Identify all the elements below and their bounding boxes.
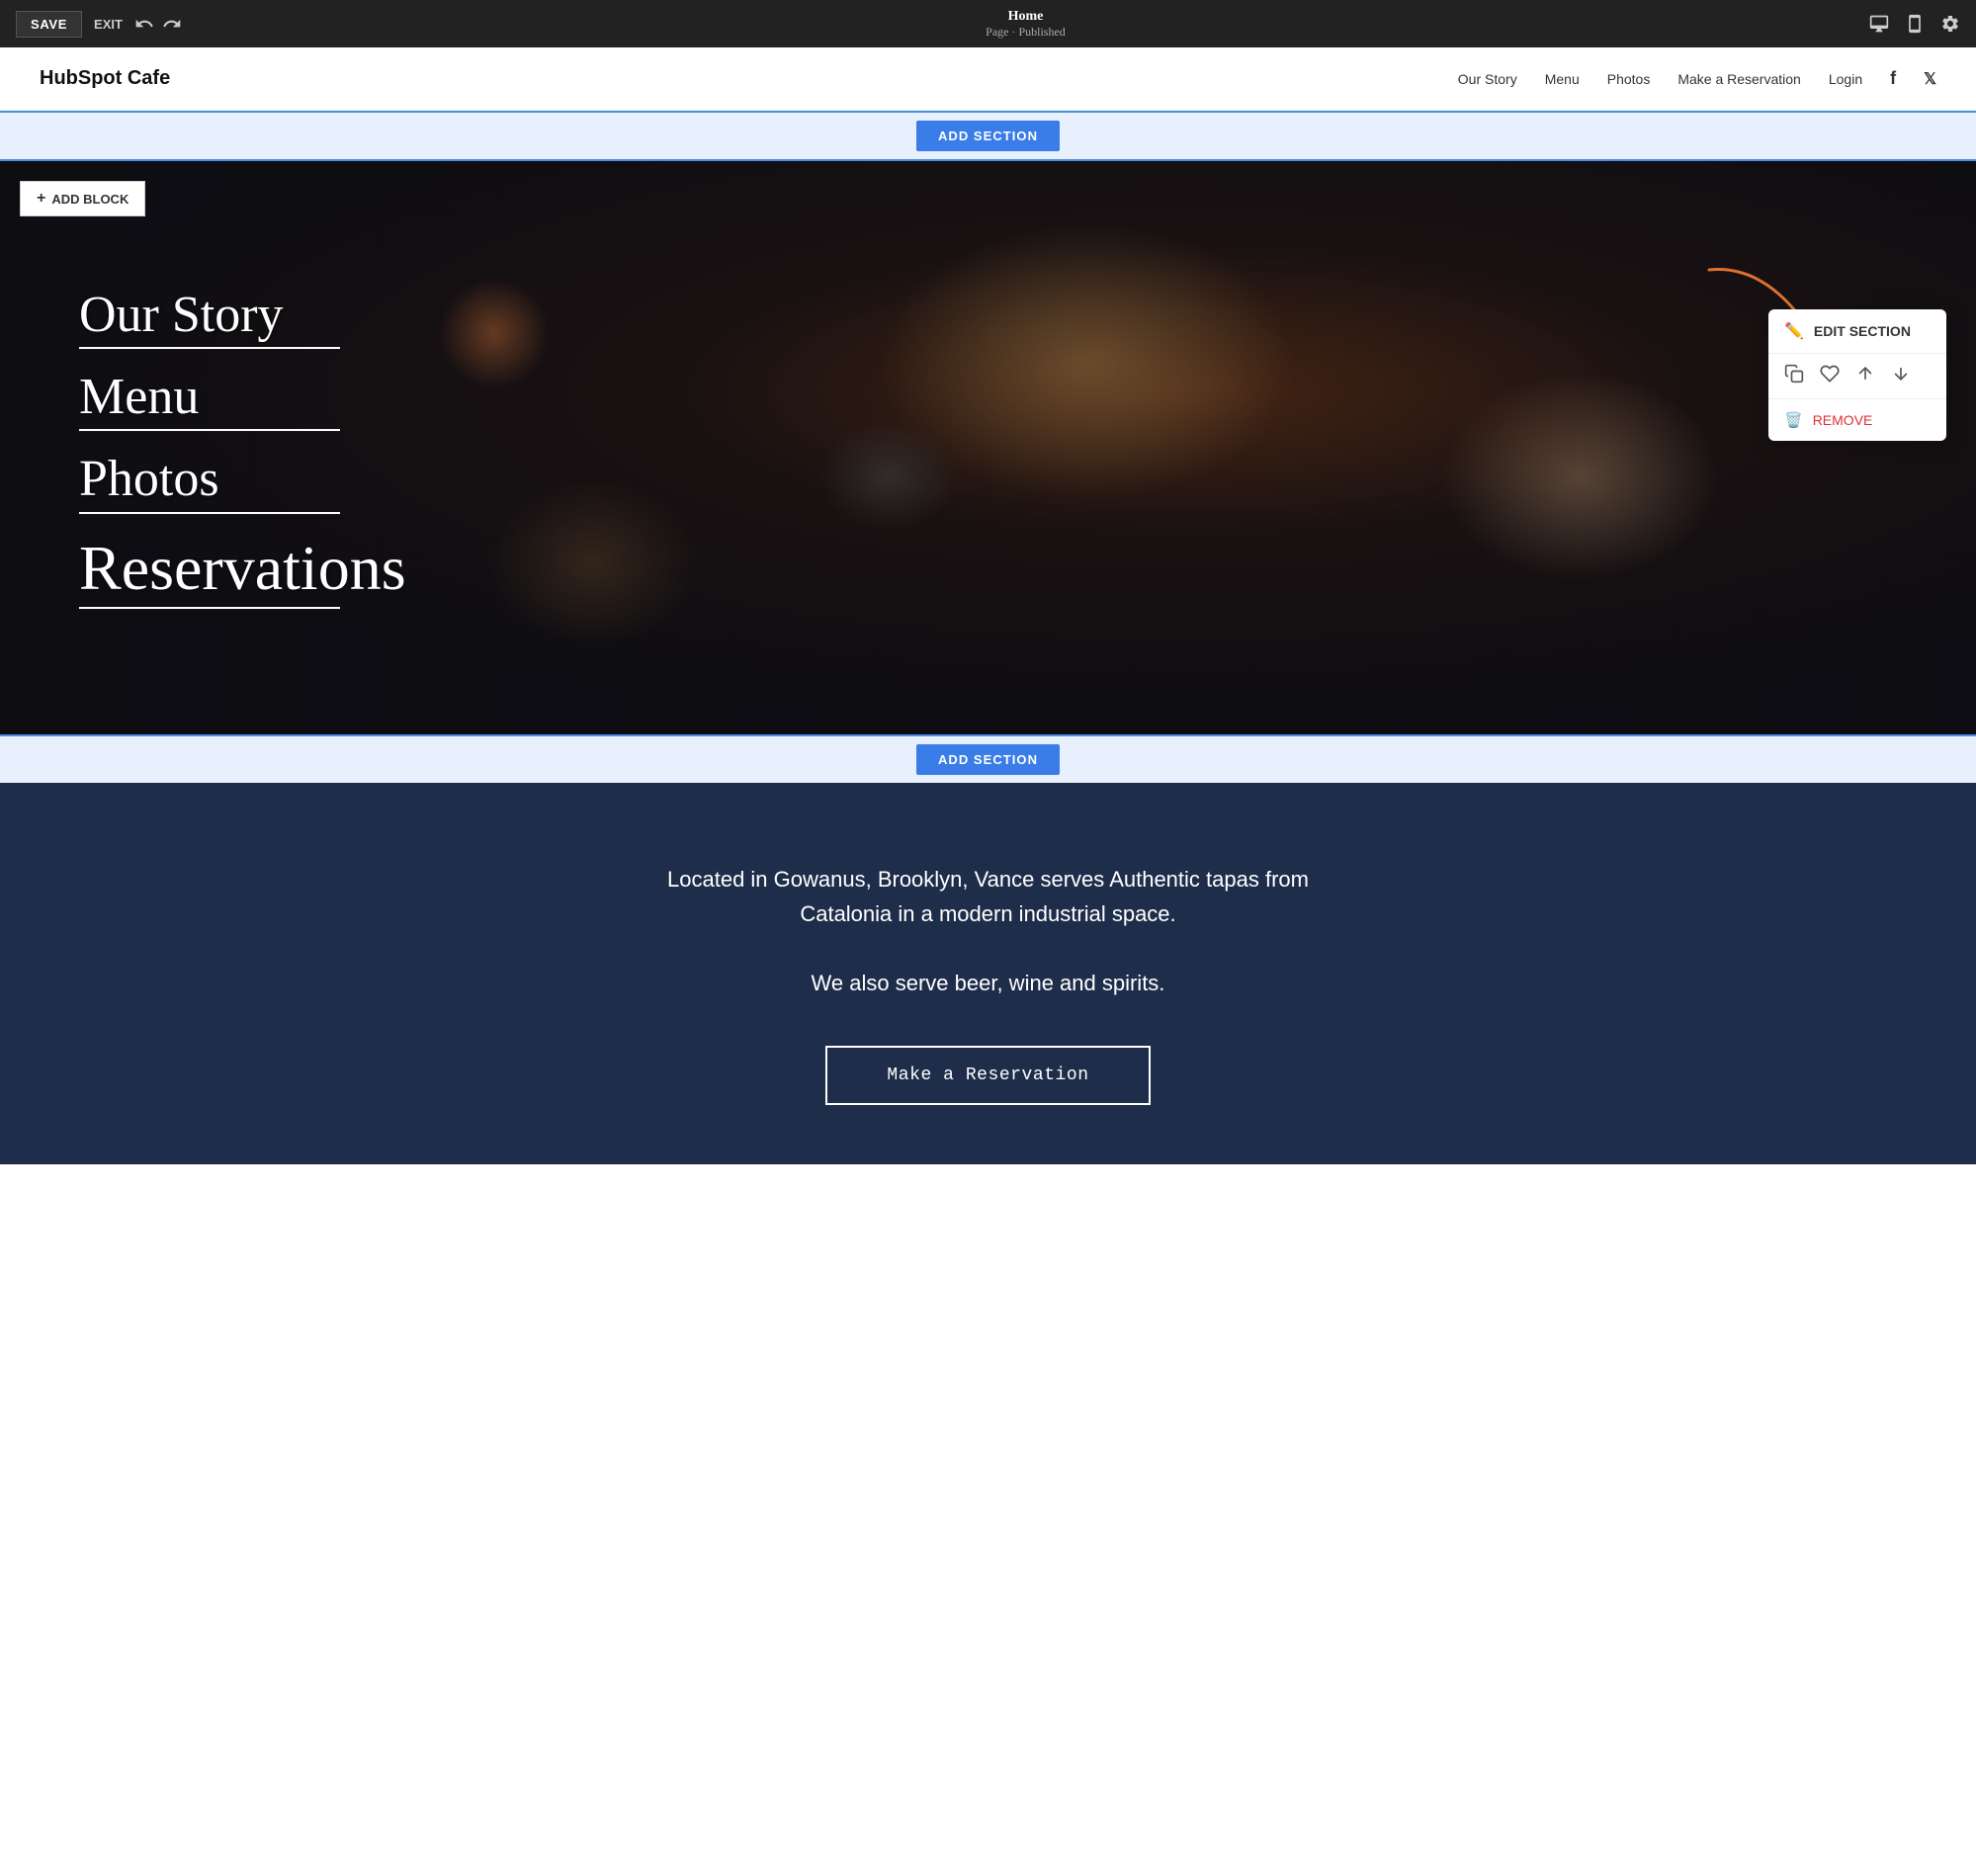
hero-section: + ADD BLOCK Our Story Menu Photos Reserv…: [0, 161, 1976, 734]
edit-section-button[interactable]: ✏️ EDIT SECTION: [1768, 309, 1946, 353]
context-menu-icon-row: [1768, 353, 1946, 398]
top-bar-left: SAVE EXIT: [16, 11, 182, 38]
nav-make-reservation[interactable]: Make a Reservation: [1677, 71, 1801, 87]
undo-redo-group: [134, 14, 182, 34]
edit-icon: ✏️: [1784, 321, 1804, 341]
plus-icon: +: [37, 190, 45, 208]
edit-section-label: EDIT SECTION: [1814, 323, 1911, 339]
site-nav: Our Story Menu Photos Make a Reservation…: [1458, 68, 1936, 89]
move-down-button[interactable]: [1891, 364, 1911, 388]
move-up-button[interactable]: [1855, 364, 1875, 388]
context-menu: ✏️ EDIT SECTION 🗑️ REMOVE: [1768, 309, 1946, 441]
top-bar: SAVE EXIT Home Page · Published: [0, 0, 1976, 47]
nav-menu[interactable]: Menu: [1545, 71, 1580, 87]
top-bar-right: [1869, 14, 1960, 34]
site-logo: HubSpot Cafe: [40, 67, 170, 90]
remove-icon: 🗑️: [1784, 411, 1803, 429]
hero-nav-our-story[interactable]: Our Story: [79, 287, 406, 349]
add-section-bottom-button[interactable]: ADD SECTION: [916, 744, 1060, 775]
facebook-icon[interactable]: f: [1890, 68, 1896, 89]
top-bar-center: Home Page · Published: [986, 9, 1066, 40]
hero-nav-menu[interactable]: Menu: [79, 369, 406, 431]
info-section: Located in Gowanus, Brooklyn, Vance serv…: [0, 783, 1976, 1164]
add-section-bottom-bar: ADD SECTION: [0, 734, 1976, 783]
nav-login[interactable]: Login: [1829, 71, 1862, 87]
twitter-icon[interactable]: 𝕏: [1924, 69, 1936, 89]
add-section-top-button[interactable]: ADD SECTION: [916, 121, 1060, 151]
hero-nav-photos[interactable]: Photos: [79, 451, 406, 513]
desktop-view-button[interactable]: [1869, 14, 1889, 34]
site-header: HubSpot Cafe Our Story Menu Photos Make …: [0, 47, 1976, 111]
make-reservation-button[interactable]: Make a Reservation: [825, 1046, 1150, 1105]
add-section-top-bar: ADD SECTION: [0, 111, 1976, 161]
exit-button[interactable]: EXIT: [94, 17, 123, 32]
save-button[interactable]: SAVE: [16, 11, 82, 38]
add-block-label: ADD BLOCK: [51, 192, 129, 207]
info-description: Located in Gowanus, Brooklyn, Vance serv…: [643, 862, 1334, 931]
info-tagline: We also serve beer, wine and spirits.: [40, 971, 1936, 996]
remove-label: REMOVE: [1813, 412, 1873, 428]
add-block-button[interactable]: + ADD BLOCK: [20, 181, 145, 216]
redo-button[interactable]: [162, 14, 182, 34]
remove-section-button[interactable]: 🗑️ REMOVE: [1768, 399, 1946, 441]
favorite-button[interactable]: [1820, 364, 1840, 388]
hero-nav: Our Story Menu Photos Reservations: [79, 287, 406, 609]
hero-nav-reservations[interactable]: Reservations: [79, 534, 406, 609]
page-status: Page · Published: [986, 25, 1066, 40]
mobile-view-button[interactable]: [1905, 14, 1925, 34]
nav-our-story[interactable]: Our Story: [1458, 71, 1517, 87]
undo-button[interactable]: [134, 14, 154, 34]
settings-button[interactable]: [1940, 14, 1960, 34]
page-name: Home: [986, 9, 1066, 25]
duplicate-button[interactable]: [1784, 364, 1804, 388]
nav-photos[interactable]: Photos: [1607, 71, 1651, 87]
